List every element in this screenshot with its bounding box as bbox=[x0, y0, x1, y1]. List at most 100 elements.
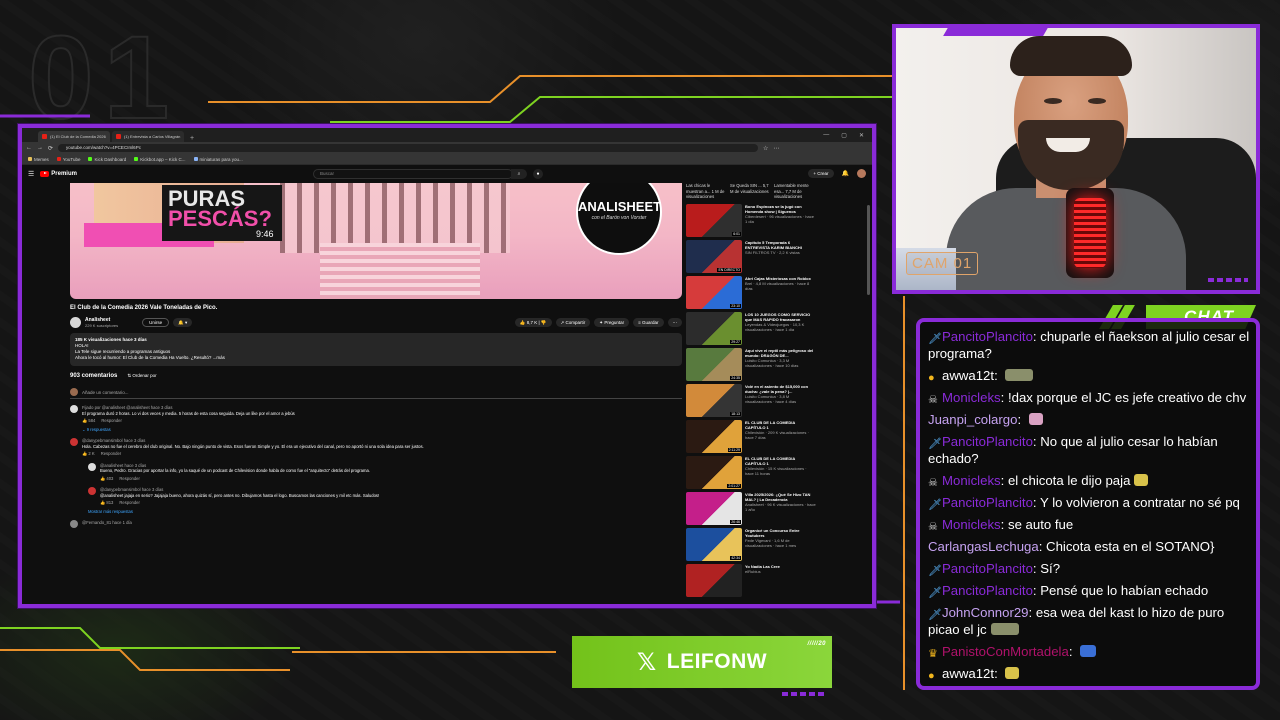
menu-icon[interactable]: ☰ bbox=[28, 170, 34, 178]
related-video-title[interactable]: Capitulo 5 Temporada 6 ENTREVISTA KARIM … bbox=[745, 240, 816, 250]
reply-button[interactable]: Responder bbox=[119, 500, 140, 506]
share-button[interactable]: ↗ Compartir bbox=[555, 318, 591, 327]
related-video-item[interactable]: 26:46 Villa 2025/2026: ¿Qué Se Hizo TAN M… bbox=[686, 491, 816, 525]
browser-tab-active[interactable]: (1) El Club de la Comedia 2026 bbox=[38, 131, 110, 142]
extensions-icon[interactable]: ⋯ bbox=[773, 145, 779, 152]
like-icon[interactable]: 👍 2 K bbox=[82, 451, 95, 457]
related-video-thumbnail[interactable]: 18:13 bbox=[686, 383, 742, 417]
account-avatar[interactable] bbox=[857, 169, 866, 178]
microphone-icon[interactable]: ● bbox=[532, 168, 543, 179]
related-video-thumbnail[interactable]: 6:01 bbox=[686, 203, 742, 237]
chat-username[interactable]: PancitoPlancito bbox=[942, 583, 1033, 598]
related-video-item[interactable]: 2:01:27 EL CLUB DE LA COMEDIA CAPÍTULO 1C… bbox=[686, 455, 816, 489]
chat-username[interactable]: awwa12t bbox=[942, 666, 994, 681]
suggestion-chip[interactable]: Lamentable mente esa... 7,7 M de visuali… bbox=[774, 183, 814, 200]
join-button[interactable]: Unirse bbox=[142, 318, 170, 327]
related-video-thumbnail[interactable]: 29:27 bbox=[686, 311, 742, 345]
ask-button[interactable]: ✦ Preguntar bbox=[594, 318, 630, 327]
related-video-title[interactable]: Aquí vive el reptil más peligroso del mu… bbox=[745, 348, 816, 358]
forward-icon[interactable]: → bbox=[37, 145, 43, 151]
bookmark-item[interactable]: Memes bbox=[28, 157, 49, 162]
notifications-bell-icon[interactable]: 🔔 bbox=[842, 170, 849, 177]
suggestion-chip[interactable]: Se Queda SIN ... 5,7 M de visualizacione… bbox=[730, 183, 770, 200]
bookmark-item[interactable]: YouTube bbox=[56, 157, 80, 162]
suggestion-chip[interactable]: Las chicas le muestran a... 1 M de visua… bbox=[686, 183, 726, 200]
related-video-title[interactable]: Abri Cajas Misteriosas con Roblox bbox=[745, 276, 816, 281]
channel-avatar[interactable] bbox=[70, 317, 81, 328]
related-video-thumbnail[interactable]: 24:35 bbox=[686, 347, 742, 381]
like-icon[interactable]: 👍 403 bbox=[100, 476, 113, 482]
add-comment-field[interactable]: Añade un comentario... bbox=[70, 388, 682, 399]
bookmark-item[interactable]: Kick Dashboard bbox=[88, 157, 126, 162]
related-video-title[interactable]: EL CLUB DE LA COMEDIA CAPÍTULO 1 bbox=[745, 420, 816, 430]
chat-username[interactable]: Juanpi_colargo bbox=[928, 412, 1017, 427]
related-video-item[interactable]: 6:01 Bono Espinoza se la jugó con Homenda… bbox=[686, 203, 816, 237]
related-video-thumbnail[interactable]: 23:10 bbox=[686, 275, 742, 309]
related-video-title[interactable]: Organicé un Concurso Entre Youtubers bbox=[745, 528, 816, 538]
bookmark-item[interactable]: Kickbot.app – Kick C... bbox=[134, 157, 186, 162]
search-input[interactable]: Buscar bbox=[312, 168, 513, 179]
more-replies-button[interactable]: Mostrar más respuestas bbox=[88, 509, 682, 514]
save-button[interactable]: ≡ Guardar bbox=[633, 318, 664, 327]
chat-username[interactable]: awwa12t bbox=[942, 368, 994, 383]
related-video-title[interactable]: Volé en el asiento de $15,000 con ducha:… bbox=[745, 384, 816, 394]
chat-username[interactable]: PancitoPlancito bbox=[942, 495, 1033, 510]
chat-username[interactable]: PancitoPlancito bbox=[942, 434, 1033, 449]
related-video-item[interactable]: 2:11:29 EL CLUB DE LA COMEDIA CAPÍTULO 1C… bbox=[686, 419, 816, 453]
related-video-item[interactable]: 42:34 Organicé un Concurso Entre Youtuber… bbox=[686, 527, 816, 561]
sort-button[interactable]: ⇅ Ordenar por bbox=[127, 373, 156, 379]
related-video-title[interactable]: LOS 10 JUEGOS COMO SERVICIO que MAS RAPI… bbox=[745, 312, 816, 322]
reply-button[interactable]: Responder bbox=[101, 451, 122, 457]
chat-username[interactable]: CarlangasLechuga bbox=[928, 539, 1039, 554]
related-video-item[interactable]: 24:35 Aquí vive el reptil más peligroso d… bbox=[686, 347, 816, 381]
replies-toggle[interactable]: ⌄ 9 respuestas bbox=[82, 427, 682, 433]
youtube-logo[interactable]: Premium bbox=[40, 170, 77, 177]
scrollbar[interactable] bbox=[867, 205, 870, 295]
related-video-thumbnail[interactable]: 42:34 bbox=[686, 527, 742, 561]
related-video-title[interactable]: Yo Nadia Las Cree bbox=[745, 564, 780, 569]
maximize-icon[interactable]: ▢ bbox=[841, 132, 847, 139]
related-video-title[interactable]: Villa 2025/2026: ¿Qué Se Hizo TAN MAL? |… bbox=[745, 492, 816, 502]
related-video-item[interactable]: 18:13 Volé en el asiento de $15,000 con d… bbox=[686, 383, 816, 417]
search-icon[interactable]: ⌕ bbox=[510, 168, 527, 179]
video-description[interactable]: 185 K visualizaciones hace 3 días HOLA! … bbox=[70, 333, 682, 366]
chat-username[interactable]: JohnConnor29 bbox=[942, 605, 1029, 620]
related-video-item[interactable]: 23:10 Abri Cajas Misteriosas con Roblox Br… bbox=[686, 275, 816, 309]
minimize-icon[interactable]: — bbox=[823, 132, 829, 139]
like-icon[interactable]: 👍 584 bbox=[82, 418, 95, 424]
browser-tab[interactable]: (1) Entrevista a Carlos Villagrán bbox=[112, 131, 184, 142]
url-field[interactable]: youtube.com/watch?v=4PCECIml6Pc bbox=[58, 144, 759, 152]
related-video-thumbnail[interactable]: 26:46 bbox=[686, 491, 742, 525]
subscribed-button[interactable]: 🔔 ▾ bbox=[173, 318, 193, 327]
reload-icon[interactable]: ⟳ bbox=[48, 145, 53, 152]
related-video-title[interactable]: Bono Espinoza se la jugó con Homenda sho… bbox=[745, 204, 816, 214]
related-video-thumbnail[interactable] bbox=[686, 563, 742, 597]
related-video-thumbnail[interactable]: 2:01:27 bbox=[686, 455, 742, 489]
related-video-thumbnail[interactable]: 2:11:29 bbox=[686, 419, 742, 453]
skull-badge-icon: ☠ bbox=[928, 394, 938, 406]
related-video-item[interactable]: EN DIRECTO Capitulo 5 Temporada 6 ENTREVI… bbox=[686, 239, 816, 273]
related-video-thumbnail[interactable]: EN DIRECTO bbox=[686, 239, 742, 273]
like-icon[interactable]: 👍 813 bbox=[100, 500, 113, 506]
create-button[interactable]: + Crear bbox=[808, 169, 834, 178]
more-options-icon[interactable]: ⋯ bbox=[667, 318, 682, 327]
comment-author[interactable]: @Fernando_81 hace 1 día bbox=[82, 520, 682, 526]
like-button[interactable]: 👍 8,7 K | 👎 bbox=[514, 318, 552, 327]
reply-button[interactable]: Responder bbox=[101, 418, 122, 424]
chat-username[interactable]: PancitoPlancito bbox=[942, 329, 1033, 344]
chat-username[interactable]: PancitoPlancito bbox=[942, 561, 1033, 576]
related-video-item[interactable]: Yo Nadia Las Cree elRubius bbox=[686, 563, 816, 597]
reply-button[interactable]: Responder bbox=[119, 476, 140, 482]
chat-username[interactable]: PanistoConMortadela bbox=[942, 644, 1069, 659]
chat-username[interactable]: Monicleks bbox=[942, 517, 1001, 532]
video-player[interactable]: PURAS PESCÁS? 9:46 ANALISHEET con el Bar… bbox=[70, 183, 682, 299]
new-tab-icon[interactable]: + bbox=[186, 135, 198, 142]
close-icon[interactable]: ✕ bbox=[859, 132, 864, 139]
related-video-title[interactable]: EL CLUB DE LA COMEDIA CAPÍTULO 1 bbox=[745, 456, 816, 466]
related-video-item[interactable]: 29:27 LOS 10 JUEGOS COMO SERVICIO que MAS… bbox=[686, 311, 816, 345]
chat-username[interactable]: Monicleks bbox=[942, 473, 1001, 488]
chat-username[interactable]: Monicleks bbox=[942, 390, 1001, 405]
back-icon[interactable]: ← bbox=[26, 145, 32, 151]
star-icon[interactable]: ☆ bbox=[763, 145, 768, 152]
bookmark-item[interactable]: miniaturas para you... bbox=[193, 157, 243, 162]
